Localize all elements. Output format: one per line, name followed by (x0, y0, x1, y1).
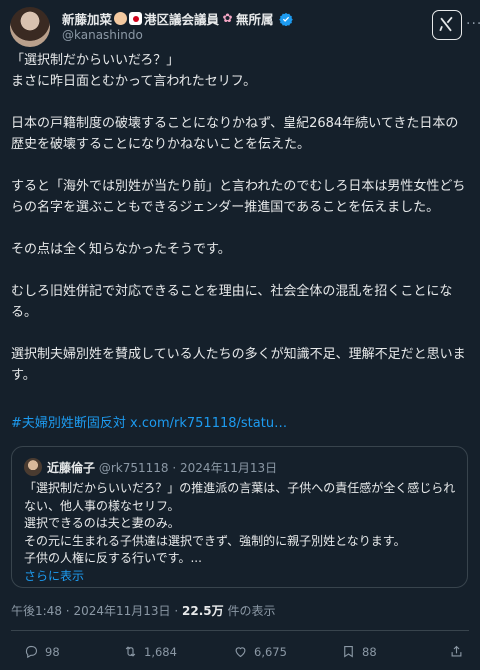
repost-count: 1,684 (144, 644, 177, 659)
post-time[interactable]: 午後1:48 (11, 604, 62, 618)
bookmark-count: 88 (362, 644, 377, 659)
grok-icon[interactable] (432, 10, 462, 40)
show-more-link[interactable]: さらに表示 (24, 568, 459, 586)
reply-button[interactable]: 98 (24, 644, 60, 659)
divider (11, 630, 469, 631)
grok-glyph-icon (439, 16, 453, 32)
tweet-paragraph: 選択制夫婦別姓を賛成している人たちの多くが知識不足、理解不足だと思います。 (11, 347, 466, 383)
author-name[interactable]: 新藤加菜 (62, 9, 112, 28)
meta-separator: · (174, 604, 179, 618)
tweet-meta: 午後1:48 · 2024年11月13日 · 22.5万 件の表示 (11, 602, 275, 619)
more-options-icon[interactable]: ··· (466, 16, 480, 32)
bookmark-button[interactable]: 88 (341, 644, 377, 659)
quote-line: 「選択制だからいいだろ？」の推進派の言葉は、子供への責任感が全く感じられない、他… (24, 481, 456, 513)
quote-line: その元に生まれる子供達は選択できず、強制的に親子別姓となります。 (24, 533, 406, 548)
tweet-header: 新藤加菜 港区議会議員 ✿ 無所属 @kanashindo ··· (10, 6, 480, 47)
tweet-paragraph: 日本の戸籍制度の破壊することになりかねず、皇紀2684年続いてきた日本の歴史を破… (11, 116, 459, 152)
author-handle[interactable]: @kanashindo (62, 28, 143, 42)
quote-avatar[interactable] (24, 458, 42, 476)
quote-line: 選択できるのは夫と妻のみ。 (24, 516, 180, 530)
share-button[interactable] (449, 644, 464, 659)
share-icon (451, 645, 462, 657)
quote-separator: · (172, 461, 177, 475)
author-name-suffix[interactable]: 港区議会議員 (144, 9, 219, 28)
view-label: 件の表示 (227, 604, 276, 618)
meta-separator: · (65, 604, 70, 618)
like-button[interactable]: 6,675 (233, 644, 287, 659)
tweet-paragraph: むしろ旧姓併記で対応できることを理由に、社会全体の混乱を招くことになる。 (11, 284, 453, 320)
quote-date[interactable]: 2024年11月13日 (180, 461, 277, 475)
tweet-detail: 新藤加菜 港区議会議員 ✿ 無所属 @kanashindo ··· 「選択制だか… (0, 0, 480, 670)
quote-line: 子供の人権に反する行いです。... (24, 551, 202, 565)
quote-handle[interactable]: @rk751118 (99, 461, 169, 475)
repost-button[interactable]: 1,684 (123, 644, 177, 659)
quoted-tweet[interactable]: 近藤倫子 @rk751118 · 2024年11月13日 「選択制だからいいだろ… (11, 446, 468, 588)
post-date[interactable]: 2024年11月13日 (73, 604, 170, 618)
quote-header: 近藤倫子 @rk751118 · 2024年11月13日 (47, 459, 277, 476)
action-bar: 98 1,684 6,675 88 (11, 644, 469, 664)
quote-text: 「選択制だからいいだろ？」の推進派の言葉は、子供への責任感が全く感じられない、他… (24, 480, 459, 585)
tweet-paragraph: すると「海外では別姓が当たり前」と言われたのでむしろ日本は男性女性どちらの名字を… (11, 179, 466, 215)
tweet-paragraph: 「選択制だからいいだろ？」 まさに昨日面とむかって言われたセリフ。 (11, 53, 257, 89)
author-avatar[interactable] (10, 7, 50, 47)
japan-flag-icon (129, 12, 143, 25)
status-link[interactable]: x.com/rk751118/statu… (130, 416, 287, 431)
quote-author-name[interactable]: 近藤倫子 (47, 461, 95, 475)
reply-count: 98 (45, 644, 60, 659)
author-name-suffix-2[interactable]: 無所属 (236, 9, 274, 28)
tweet-links: #夫婦別姓断固反対 x.com/rk751118/statu… (11, 413, 287, 434)
heart-icon (235, 647, 246, 658)
tweet-text: 「選択制だからいいだろ？」 まさに昨日面とむかって言われたセリフ。 日本の戸籍制… (11, 50, 471, 407)
face-emoji-icon (114, 12, 128, 25)
bookmark-icon (344, 645, 353, 658)
repost-icon (125, 646, 136, 657)
cherry-blossom-icon: ✿ (222, 11, 233, 25)
verified-badge-icon (278, 12, 293, 26)
author-name-line[interactable]: 新藤加菜 港区議会議員 ✿ 無所属 (62, 9, 293, 28)
view-count: 22.5万 (182, 604, 224, 618)
tweet-paragraph: その点は全く知らなかったそうです。 (11, 242, 231, 257)
hashtag-link[interactable]: #夫婦別姓断固反対 (11, 416, 126, 431)
like-count: 6,675 (254, 644, 287, 659)
reply-icon (25, 645, 38, 659)
